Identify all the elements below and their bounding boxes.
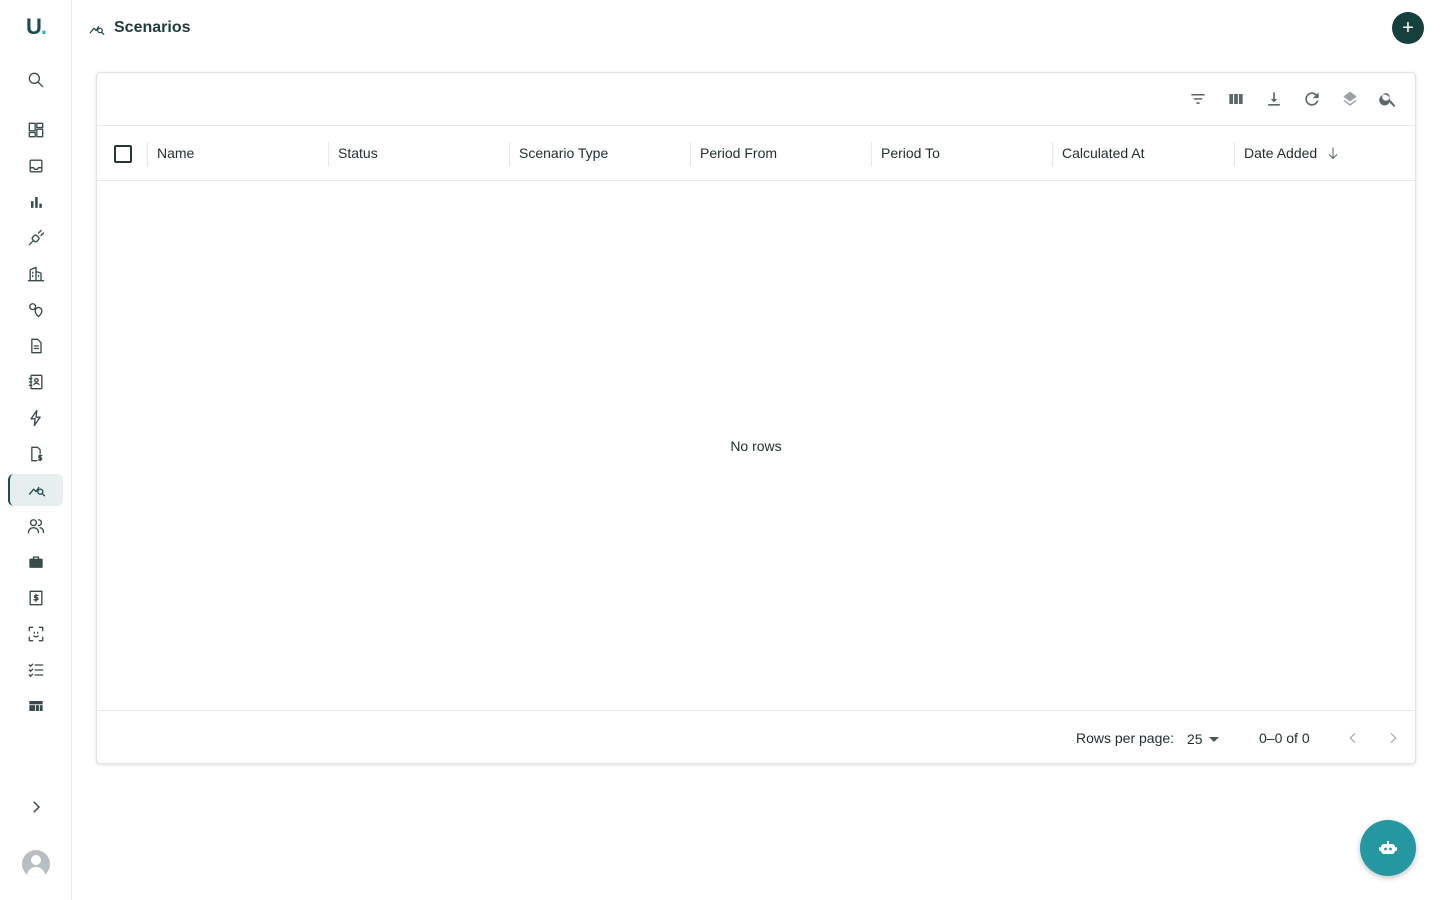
invoice-icon (29, 590, 42, 606)
sidebar-item-documents[interactable] (8, 330, 63, 362)
plug-icon (28, 229, 44, 246)
column-separator[interactable] (1052, 142, 1053, 166)
scenarios-grid: Name Status Scenario Type Period From Pe… (96, 72, 1416, 764)
scan-icon (28, 626, 43, 642)
column-separator[interactable] (871, 142, 872, 166)
assistant-fab[interactable] (1360, 820, 1416, 876)
caret-down-icon (1208, 736, 1219, 742)
sidebar: U. (0, 0, 72, 900)
column-label: Calculated At (1062, 145, 1145, 161)
avatar-head (31, 855, 41, 865)
users-icon (27, 519, 44, 534)
user-avatar[interactable] (22, 850, 50, 878)
add-scenario-button[interactable]: + (1392, 12, 1424, 44)
bot-icon (1379, 841, 1397, 854)
column-label: Scenario Type (519, 145, 609, 161)
grid-footer: Rows per page: 25 0–0 of 0 (97, 710, 1415, 764)
refresh-icon (1305, 92, 1319, 106)
column-header-name[interactable]: Name (157, 126, 194, 180)
chevron-left-icon (1349, 732, 1356, 744)
empty-state-text: No rows (730, 438, 782, 454)
pagination-range: 0–0 of 0 (1259, 730, 1310, 746)
columns-icon (1229, 94, 1243, 104)
sidebar-item-scenarios[interactable] (8, 474, 63, 506)
column-label: Name (157, 145, 195, 161)
sidebar-item-users[interactable] (8, 510, 63, 542)
bar-chart-icon (30, 197, 42, 208)
columns-button[interactable] (1219, 87, 1253, 111)
column-label: Date Added (1244, 145, 1318, 161)
column-separator[interactable] (509, 142, 510, 166)
sidebar-item-buildings[interactable] (8, 258, 63, 290)
sort-descending-icon[interactable] (1325, 145, 1341, 161)
column-label: Status (338, 145, 378, 161)
column-header-scenario-type[interactable]: Scenario Type (519, 126, 608, 180)
sidebar-item-dashboard[interactable] (8, 114, 63, 146)
checklist-icon (28, 663, 43, 677)
avatar-body (27, 867, 45, 878)
chevron-right-icon (33, 801, 41, 813)
search-icon (28, 72, 43, 88)
grid-toolbar (1181, 87, 1405, 111)
filter-icon (1191, 94, 1205, 104)
rows-per-page-select[interactable]: 25 (1187, 728, 1219, 750)
refresh-button[interactable] (1295, 87, 1329, 111)
contact-book-icon (28, 374, 43, 390)
dashboard-icon (28, 122, 43, 138)
sidebar-item-energy[interactable] (8, 402, 63, 434)
billing-icon (30, 446, 42, 462)
filter-button[interactable] (1181, 87, 1215, 111)
rows-per-page-label: Rows per page: (1076, 730, 1175, 746)
column-label: Period From (700, 145, 778, 161)
location-icon (28, 303, 42, 318)
column-header-status[interactable]: Status (338, 126, 378, 180)
brand-logo[interactable]: U. (26, 14, 47, 40)
column-label: Period To (881, 145, 940, 161)
lightning-icon (29, 409, 41, 427)
column-header-calculated-at[interactable]: Calculated At (1062, 126, 1145, 180)
sidebar-item-work[interactable] (8, 546, 63, 578)
rows-per-page-value: 25 (1187, 731, 1203, 747)
column-separator[interactable] (147, 142, 148, 166)
sidebar-expand-button[interactable] (20, 792, 52, 822)
sidebar-item-invoices[interactable] (8, 582, 63, 614)
next-page-button[interactable] (1380, 725, 1406, 751)
layers-button[interactable] (1333, 87, 1367, 111)
sidebar-item-locations[interactable] (8, 294, 63, 326)
sidebar-item-inbox[interactable] (8, 150, 63, 182)
layers-icon (1343, 91, 1357, 106)
column-header-period-from[interactable]: Period From (700, 126, 777, 180)
column-header-period-to[interactable]: Period To (881, 126, 940, 180)
grid-search-button[interactable] (1371, 87, 1405, 111)
scenario-chart-icon (28, 486, 45, 497)
page-title-icon (88, 20, 106, 38)
column-separator[interactable] (1234, 142, 1235, 166)
briefcase-icon (28, 556, 43, 568)
select-all-checkbox[interactable] (114, 145, 132, 163)
sidebar-item-checklist[interactable] (8, 654, 63, 686)
document-icon (30, 338, 42, 354)
board-icon (28, 701, 43, 711)
chevron-right-icon (1390, 732, 1397, 744)
sidebar-item-scan[interactable] (8, 618, 63, 650)
sidebar-item-billing[interactable] (8, 438, 63, 470)
building-icon (27, 266, 44, 282)
sidebar-item-reports[interactable] (8, 186, 63, 218)
grid-header-row: Name Status Scenario Type Period From Pe… (97, 125, 1415, 181)
sidebar-item-search[interactable] (8, 64, 63, 96)
sidebar-item-contacts[interactable] (8, 366, 63, 398)
column-header-date-added[interactable]: Date Added (1244, 126, 1341, 180)
export-button[interactable] (1257, 87, 1291, 111)
page-title: Scenarios (114, 19, 191, 36)
download-icon (1268, 92, 1280, 106)
scenario-chart-icon (89, 26, 105, 35)
previous-page-button[interactable] (1340, 725, 1366, 751)
sidebar-item-integrations[interactable] (8, 222, 63, 254)
column-separator[interactable] (328, 142, 329, 166)
column-separator[interactable] (690, 142, 691, 166)
inbox-icon (29, 159, 42, 173)
sidebar-item-boards[interactable] (8, 690, 63, 722)
search-icon (1379, 93, 1396, 107)
